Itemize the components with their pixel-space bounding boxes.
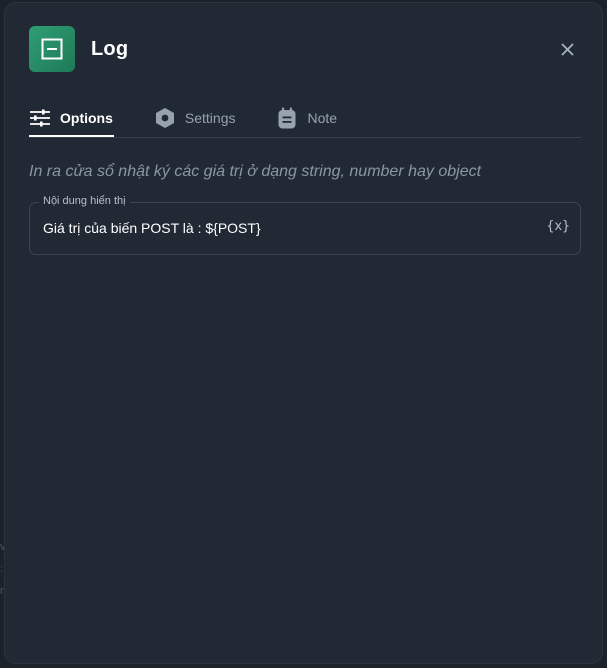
backdrop-text: : xyxy=(0,563,4,575)
tab-note[interactable]: Note xyxy=(276,99,338,136)
node-dialog: Log Options Settings Note In ra cửa sổ n… xyxy=(4,2,603,664)
tab-options[interactable]: Options xyxy=(29,99,114,137)
tab-settings[interactable]: Settings xyxy=(154,99,237,136)
tab-note-label: Note xyxy=(307,109,338,126)
node-description: In ra cửa sổ nhật ký các giá trị ở dạng … xyxy=(29,163,482,180)
insert-variable-button[interactable]: {x} xyxy=(547,219,570,234)
tab-options-label: Options xyxy=(60,109,113,126)
display-content-field[interactable]: Nội dung hiển thị Giá trị của biến POST … xyxy=(29,195,581,255)
field-value[interactable]: Giá trị của biến POST là : ${POST} xyxy=(43,220,261,236)
log-node-icon xyxy=(29,26,75,72)
field-label: Nội dung hiển thị xyxy=(39,195,130,207)
hexagon-gear-icon xyxy=(154,107,176,129)
close-button[interactable] xyxy=(558,40,576,58)
close-icon xyxy=(560,42,574,56)
sliders-icon xyxy=(29,107,51,129)
tab-bar: Options Settings Note xyxy=(29,99,581,138)
notepad-icon xyxy=(276,107,298,129)
dialog-title: Log xyxy=(91,37,129,60)
dialog-header: Log xyxy=(29,26,128,72)
tab-settings-label: Settings xyxy=(184,109,236,126)
